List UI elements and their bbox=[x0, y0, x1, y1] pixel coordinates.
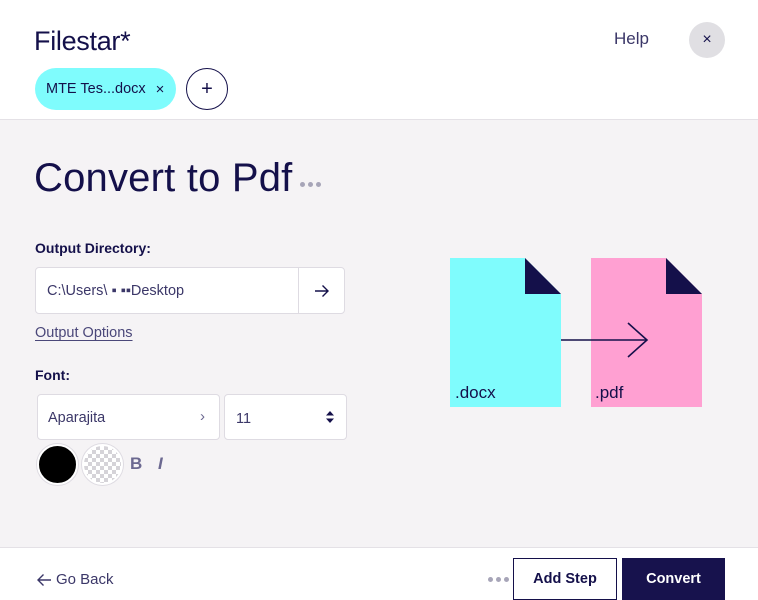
convert-button[interactable]: Convert bbox=[622, 558, 725, 600]
chevron-right-icon: › bbox=[200, 408, 205, 425]
title-more-icon[interactable] bbox=[300, 182, 321, 187]
text-color-swatch[interactable] bbox=[37, 444, 78, 485]
conversion-illustration: .docx .pdf bbox=[450, 258, 702, 407]
font-family-select[interactable]: Aparajita › bbox=[37, 394, 220, 440]
remove-file-icon[interactable]: × bbox=[156, 81, 165, 98]
background-color-swatch[interactable] bbox=[82, 444, 123, 485]
footer: Go Back Add Step Convert bbox=[0, 547, 758, 600]
file-chip[interactable]: MTE Tes...docx × bbox=[35, 68, 176, 110]
file-chip-label: MTE Tes...docx bbox=[46, 81, 146, 97]
add-file-button[interactable]: + bbox=[186, 68, 228, 110]
font-size-stepper[interactable]: 11 bbox=[224, 394, 347, 440]
output-directory-field[interactable]: C:\Users\ ▪ ▪▪Desktop bbox=[35, 267, 345, 314]
arrow-right-icon bbox=[315, 284, 329, 297]
help-link[interactable]: Help bbox=[614, 29, 649, 49]
plus-icon: + bbox=[201, 77, 213, 100]
browse-directory-button[interactable] bbox=[299, 268, 345, 313]
to-extension-label: .pdf bbox=[595, 383, 624, 402]
spinner-icon[interactable] bbox=[325, 409, 335, 425]
bold-button[interactable]: B bbox=[130, 454, 142, 474]
go-back-button[interactable]: Go Back bbox=[36, 571, 114, 588]
italic-button[interactable]: I bbox=[158, 454, 163, 474]
app-logo: Filestar* bbox=[34, 26, 131, 56]
output-directory-label: Output Directory: bbox=[35, 240, 151, 256]
docx-fold-corner bbox=[525, 258, 561, 294]
page-title: Convert to Pdf bbox=[34, 156, 293, 200]
pdf-fold-corner bbox=[666, 258, 702, 294]
font-family-value: Aparajita bbox=[48, 410, 106, 426]
arrow-left-icon bbox=[37, 573, 51, 586]
output-directory-value: C:\Users\ ▪ ▪▪Desktop bbox=[47, 283, 185, 299]
go-back-label: Go Back bbox=[56, 571, 114, 588]
close-button[interactable]: × bbox=[689, 22, 725, 58]
close-icon: × bbox=[702, 31, 712, 48]
more-options-icon[interactable] bbox=[488, 577, 509, 582]
add-step-button[interactable]: Add Step bbox=[513, 558, 617, 600]
font-size-value: 11 bbox=[236, 411, 252, 427]
output-options-link[interactable]: Output Options bbox=[35, 325, 133, 341]
header: Filestar* Help × MTE Tes...docx × + bbox=[0, 0, 758, 120]
from-extension-label: .docx bbox=[455, 383, 496, 402]
font-label: Font: bbox=[35, 367, 70, 383]
